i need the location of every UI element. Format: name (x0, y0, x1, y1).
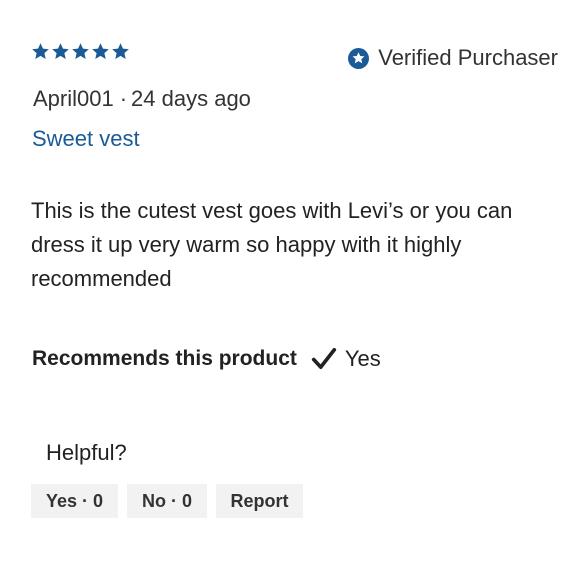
verified-label: Verified Purchaser (378, 45, 558, 70)
recommend-label: Recommends this product (32, 347, 297, 370)
review-date: 24 days ago (131, 86, 251, 111)
review-title: Sweet vest (32, 126, 140, 151)
star-icon (92, 43, 109, 60)
recommendation: Recommends this product Yes (32, 345, 381, 373)
helpful-label: Helpful? (46, 440, 127, 465)
review-body: This is the cutest vest goes with Levi’s… (31, 198, 513, 291)
helpful-yes-button[interactable]: Yes · 0 (31, 484, 118, 518)
review-card: Verified Purchaser April001 · 24 days ago … (0, 0, 580, 580)
star-icon (72, 43, 89, 60)
star-icon (32, 43, 49, 60)
review-meta: April001 · 24 days ago (33, 86, 251, 112)
verified-purchaser-badge: Verified Purchaser (348, 45, 558, 71)
checkmark-icon (311, 347, 337, 369)
recommend-value: Yes (344, 346, 381, 371)
star-icon (112, 43, 129, 60)
verified-badge-icon (348, 47, 370, 69)
helpful-vote-row: Yes · 0 No · 0 Report (31, 484, 303, 518)
helpful-no-button[interactable]: No · 0 (127, 484, 207, 518)
star-icon (52, 43, 69, 60)
review-author: April001 (33, 86, 114, 111)
meta-separator: · (119, 86, 128, 111)
report-button[interactable]: Report (216, 484, 303, 518)
star-rating (31, 42, 130, 61)
